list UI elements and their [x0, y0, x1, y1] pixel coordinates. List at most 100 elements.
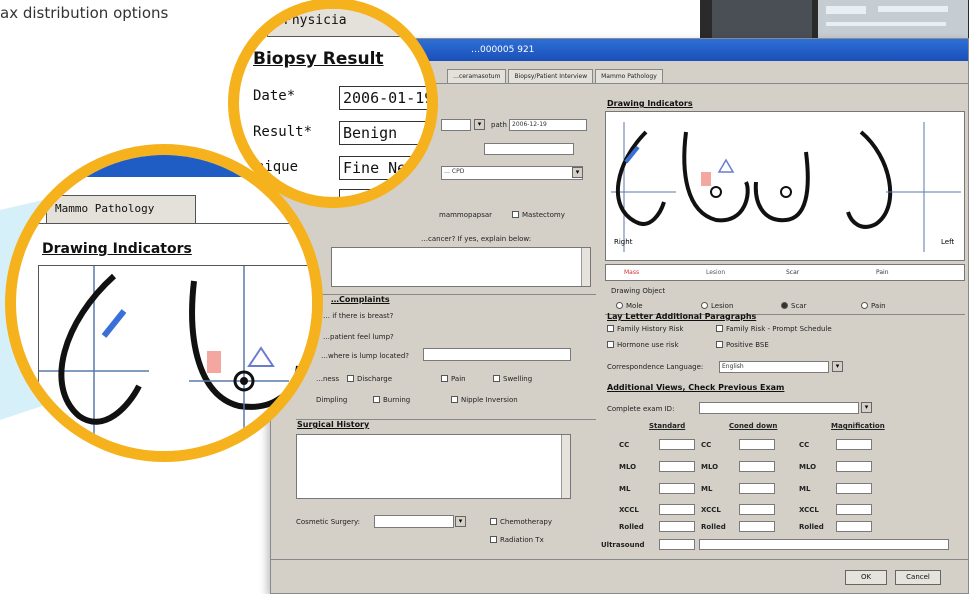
- zoom-date-label: Date*: [253, 88, 296, 104]
- language-dropdown-icon[interactable]: ▾: [832, 361, 843, 372]
- rolled-standard-field[interactable]: [659, 521, 695, 532]
- hormone-checkbox[interactable]: [607, 341, 614, 348]
- xccl-mag-field[interactable]: [836, 504, 872, 515]
- explain-textarea[interactable]: [331, 247, 591, 287]
- ultrasound-field-1[interactable]: [659, 539, 695, 550]
- row-mlo-label: MLO: [619, 463, 637, 471]
- object-pain-label: Pain: [871, 302, 886, 310]
- positive-bse-checkbox[interactable]: [716, 341, 723, 348]
- object-lesion-label: Lesion: [711, 302, 734, 310]
- complaints-header: …Complaints: [331, 295, 390, 304]
- cosmetic-label: Cosmetic Surgery:: [296, 518, 360, 526]
- row-xccl-label: XCCL: [619, 506, 639, 514]
- breast-drawing-canvas[interactable]: Right Left: [605, 111, 965, 261]
- object-mole-radio[interactable]: [616, 302, 623, 309]
- mastectomy-checkbox[interactable]: [512, 211, 519, 218]
- symptom-tenderness-label: …ness: [316, 375, 340, 383]
- tab-demographics[interactable]: …ceramasotum: [447, 69, 507, 83]
- cancel-button[interactable]: Cancel: [895, 570, 941, 585]
- left-label: Left: [941, 238, 954, 246]
- date-dropdown[interactable]: ▾: [474, 119, 485, 130]
- drawing-magnifier: Mammo Pathology Drawing Indicators: [5, 144, 323, 462]
- complete-exam-select[interactable]: [699, 402, 859, 414]
- row-cc-label: CC: [619, 441, 630, 449]
- row-ml-label-2: ML: [701, 485, 713, 493]
- legend-scar: Scar: [786, 269, 800, 276]
- cc-mag-field[interactable]: [836, 439, 872, 450]
- discharge-checkbox[interactable]: [347, 375, 354, 382]
- col-magnification: Magnification: [831, 422, 885, 430]
- result-extra-field[interactable]: [484, 143, 574, 155]
- family-history-checkbox[interactable]: [607, 325, 614, 332]
- radiation-checkbox[interactable]: [490, 536, 497, 543]
- tab-mammo-pathology[interactable]: Mammo Pathology: [595, 69, 663, 83]
- mlo-mag-field[interactable]: [836, 461, 872, 472]
- technique-select[interactable]: … CPD: [441, 166, 583, 180]
- zoom-biopsy-title: Biopsy Result: [253, 49, 384, 69]
- cosmetic-dropdown-icon[interactable]: ▾: [455, 516, 466, 527]
- col-standard: Standard: [649, 422, 686, 430]
- nipple-inversion-checkbox[interactable]: [451, 396, 458, 403]
- ml-coned-field[interactable]: [739, 483, 775, 494]
- surgical-textarea[interactable]: [296, 434, 571, 499]
- zoom-drawing-canvas[interactable]: [38, 265, 312, 451]
- ml-mag-field[interactable]: [836, 483, 872, 494]
- tab-bar: …ceramasotum Biopsy/Patient Interview Ma…: [447, 69, 665, 83]
- discharge-label: Discharge: [357, 375, 393, 383]
- family-risk-checkbox[interactable]: [716, 325, 723, 332]
- cc-coned-field[interactable]: [739, 439, 775, 450]
- pain-checkbox[interactable]: [441, 375, 448, 382]
- technique-dropdown-icon[interactable]: ▾: [572, 167, 583, 178]
- cosmetic-select[interactable]: [374, 515, 454, 528]
- xccl-standard-field[interactable]: [659, 504, 695, 515]
- xccl-coned-field[interactable]: [739, 504, 775, 515]
- nipple-inversion-label: Nipple Inversion: [461, 396, 518, 404]
- pain-label: Pain: [451, 375, 466, 383]
- swelling-label: Swelling: [503, 375, 533, 383]
- object-pain-radio[interactable]: [861, 302, 868, 309]
- language-select[interactable]: English: [719, 361, 829, 373]
- mlo-standard-field[interactable]: [659, 461, 695, 472]
- rolled-coned-field[interactable]: [739, 521, 775, 532]
- legend-mass: Mass: [624, 269, 640, 276]
- complaint-q3: …where is lump located?: [321, 352, 409, 360]
- drawing-legend: Mass Lesion Scar Pain: [605, 264, 965, 281]
- legend-lesion: Lesion: [706, 269, 726, 276]
- burning-checkbox[interactable]: [373, 396, 380, 403]
- zoom-tab-physician: Physicia: [267, 9, 407, 37]
- zoom-result-label: Result*: [253, 124, 313, 140]
- radiation-label: Radiation Tx: [500, 536, 544, 544]
- chemo-checkbox[interactable]: [490, 518, 497, 525]
- row-xccl-label-2: XCCL: [701, 506, 721, 514]
- zoom-date-field[interactable]: 2006-01-19: [339, 86, 427, 110]
- zoom-result-field[interactable]: Benign: [339, 121, 427, 145]
- dimpling-label: Dimpling: [316, 396, 348, 404]
- ultrasound-field-2[interactable]: [699, 539, 949, 550]
- path-date-field[interactable]: 2006-12-19: [509, 119, 587, 131]
- object-lesion-radio[interactable]: [701, 302, 708, 309]
- object-scar-radio[interactable]: [781, 302, 788, 309]
- ml-standard-field[interactable]: [659, 483, 695, 494]
- complaint-q1: … if there is breast?: [323, 312, 394, 320]
- col-coned-down: Coned down: [729, 422, 778, 430]
- drawing-header: Drawing Indicators: [607, 99, 693, 108]
- mlo-coned-field[interactable]: [739, 461, 775, 472]
- row-cc-label-2: CC: [701, 441, 712, 449]
- tab-biopsy-interview[interactable]: Biopsy/Patient Interview: [508, 69, 594, 83]
- cc-standard-field[interactable]: [659, 439, 695, 450]
- complaint-q2: …patient feel lump?: [323, 333, 394, 341]
- swelling-checkbox[interactable]: [493, 375, 500, 382]
- object-mole-label: Mole: [626, 302, 643, 310]
- row-cc-label-3: CC: [799, 441, 810, 449]
- mastectomy-label: Mastectomy: [522, 211, 565, 219]
- lump-location-field[interactable]: [423, 348, 571, 361]
- rolled-mag-field[interactable]: [836, 521, 872, 532]
- complete-exam-label: Complete exam ID:: [607, 405, 675, 413]
- complete-exam-dropdown-icon[interactable]: ▾: [861, 402, 872, 413]
- zoom-tab-mammo[interactable]: Mammo Pathology: [46, 195, 196, 223]
- date-year-field[interactable]: [441, 119, 471, 131]
- breast-outline-diagram: Right Left: [611, 122, 961, 252]
- ok-button[interactable]: OK: [845, 570, 887, 585]
- row-mlo-label-3: MLO: [799, 463, 817, 471]
- zoom-technique-field[interactable]: Fine Needl: [339, 156, 427, 180]
